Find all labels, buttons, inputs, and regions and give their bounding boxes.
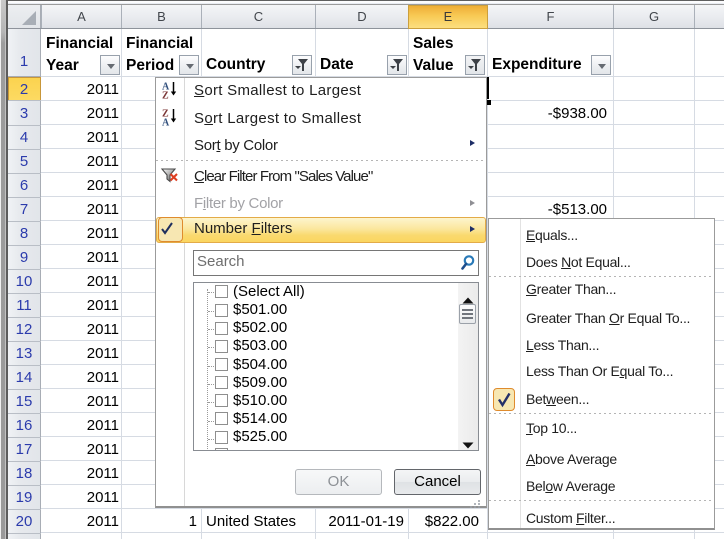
svg-text:Z: Z — [162, 91, 169, 101]
svg-text:A: A — [162, 118, 170, 128]
